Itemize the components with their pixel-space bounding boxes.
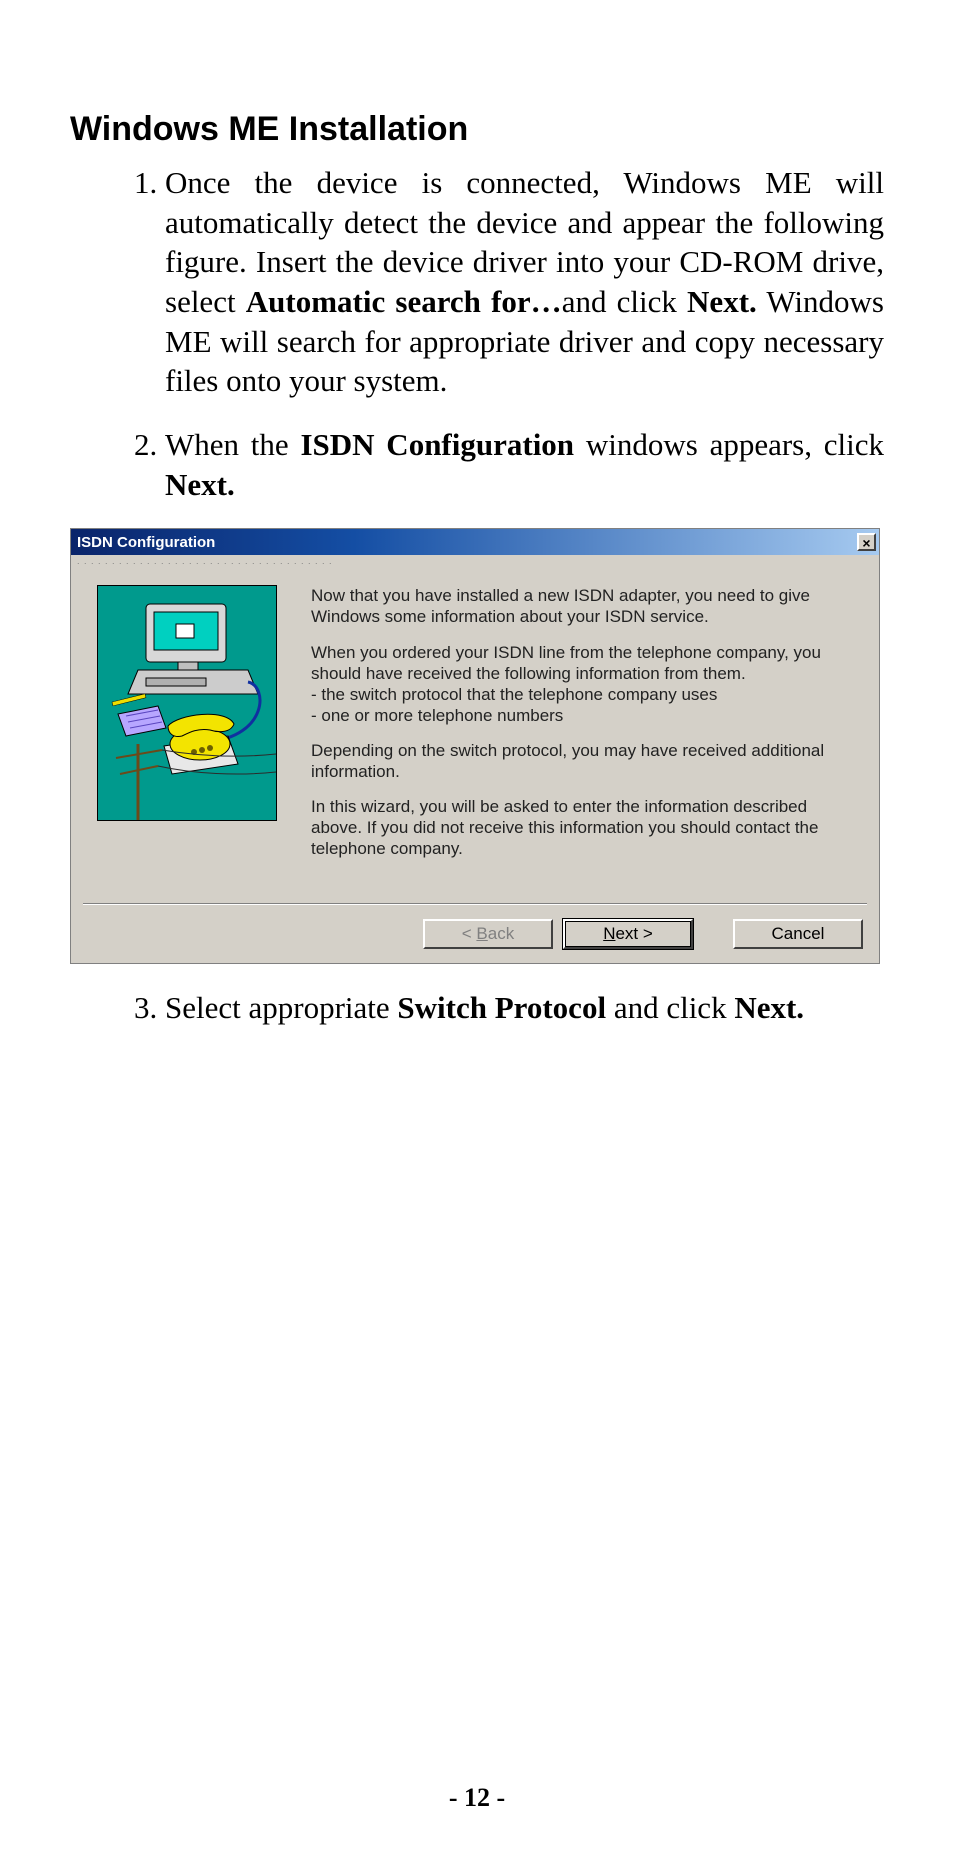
close-button[interactable]: × [857,533,876,551]
dialog-titlebar: ISDN Configuration × [71,529,879,555]
msg-block-2-line-1: When you ordered your ISDN line from the… [311,642,853,684]
dialog-message: Now that you have installed a new ISDN a… [311,585,853,873]
msg-paragraph-3: Depending on the switch protocol, you ma… [311,740,853,782]
dialog-title: ISDN Configuration [77,534,215,551]
wizard-graphic-svg [98,586,277,821]
next-button-ul: N [603,924,615,943]
msg-block-2-line-2: - the switch protocol that the telephone… [311,684,853,705]
step-1-bold-b: Next. [687,284,757,319]
step-3-text-a: Select appropriate [165,990,397,1025]
next-button-post: ext > [615,924,652,943]
step-3-bold-a: Switch Protocol [397,990,606,1025]
step-2-text-a: When the [165,427,300,462]
msg-paragraph-1: Now that you have installed a new ISDN a… [311,585,853,627]
dialog-button-row: < Back Next > Cancel [71,905,879,963]
step-1-bold-a: Automatic search for… [246,284,562,319]
dialog-body: Now that you have installed a new ISDN a… [71,567,879,873]
msg-block-2: When you ordered your ISDN line from the… [311,642,853,726]
back-button-pre: < [462,924,477,943]
page-number: - 12 - [0,1783,954,1813]
step-list-continued: Select appropriate Switch Protocol and c… [70,988,884,1028]
msg-block-2-line-3: - one or more telephone numbers [311,705,853,726]
close-icon: × [862,535,870,551]
step-2-bold-b: Next. [165,467,235,502]
cancel-button-label: Cancel [772,924,825,943]
step-3: Select appropriate Switch Protocol and c… [165,988,884,1028]
back-button: < Back [423,919,553,949]
back-button-ul: B [476,924,487,943]
marquee-hint: . . . . . . . . . . . . . . . . . . . . … [71,555,879,567]
back-button-post: ack [488,924,514,943]
step-2: When the ISDN Configuration windows appe… [165,425,884,504]
step-3-bold-b: Next. [734,990,804,1025]
step-3-text-b: and click [606,990,734,1025]
step-1: Once the device is connected, Windows ME… [165,163,884,401]
next-button[interactable]: Next > [563,919,693,949]
step-list: Once the device is connected, Windows ME… [70,163,884,504]
isdn-config-dialog: ISDN Configuration × . . . . . . . . . .… [70,528,880,964]
msg-paragraph-4: In this wizard, you will be asked to ent… [311,796,853,859]
wizard-graphic [97,585,277,821]
cancel-button[interactable]: Cancel [733,919,863,949]
page-title: Windows ME Installation [70,110,884,149]
step-1-text-b: and click [562,284,687,319]
step-2-bold-a: ISDN Configuration [300,427,574,462]
step-2-text-b: windows appears, click [574,427,884,462]
